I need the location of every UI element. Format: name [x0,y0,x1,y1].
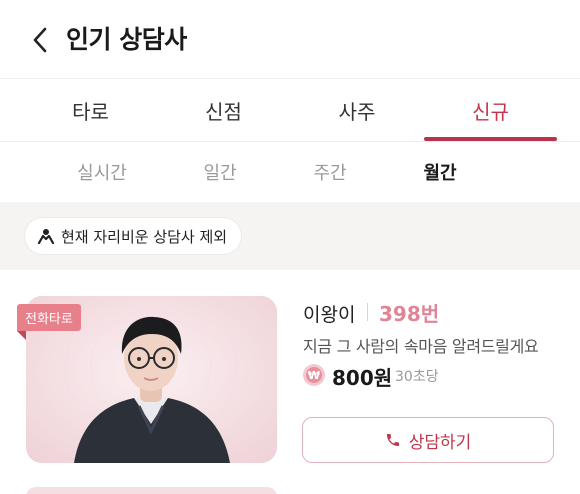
category-tabs: 타로 신점 사주 신규 [0,78,580,142]
tab-saju[interactable]: 사주 [290,79,424,142]
tab-new[interactable]: 신규 [424,79,557,142]
filter-label: 현재 자리비운 상담사 제외 [61,227,228,246]
subtab-weekly[interactable]: 주간 [282,142,378,202]
counselor-description: 지금 그 사람의 속마음 알려드릴게요 [303,337,539,356]
away-person-icon [37,229,55,244]
counselor-name: 이왕이 [303,304,356,326]
next-counselor-card-peek [26,487,277,494]
period-tabs: 실시간 일간 주간 월간 [0,142,580,202]
counselor-number: 398번 [379,302,440,326]
subtab-monthly[interactable]: 월간 [392,142,488,202]
tab-sinjeom[interactable]: 신점 [157,79,290,142]
subtab-daily[interactable]: 일간 [172,142,268,202]
consult-button-label: 상담하기 [408,432,472,453]
filter-bar: 현재 자리비운 상담사 제외 [0,202,580,270]
page-title: 인기 상담사 [66,25,187,54]
back-button[interactable] [26,22,54,58]
price-unit: 30초당 [395,369,439,385]
price: 800원 [332,366,393,390]
name-divider [367,303,368,321]
badge-fold [17,331,26,340]
exclude-away-filter-chip[interactable]: 현재 자리비운 상담사 제외 [25,218,242,254]
phone-icon [386,434,399,446]
active-tab-indicator [424,137,557,141]
won-symbol: ₩ [306,367,322,383]
chevron-left-icon [33,27,47,53]
app-header: 인기 상담사 [0,0,580,78]
subtab-realtime[interactable]: 실시간 [54,142,150,202]
call-tarot-badge: 전화타로 [17,304,81,331]
tab-tarot[interactable]: 타로 [24,79,157,142]
won-coin-icon: ₩ [303,364,325,386]
consult-button[interactable]: 상담하기 [302,417,554,463]
